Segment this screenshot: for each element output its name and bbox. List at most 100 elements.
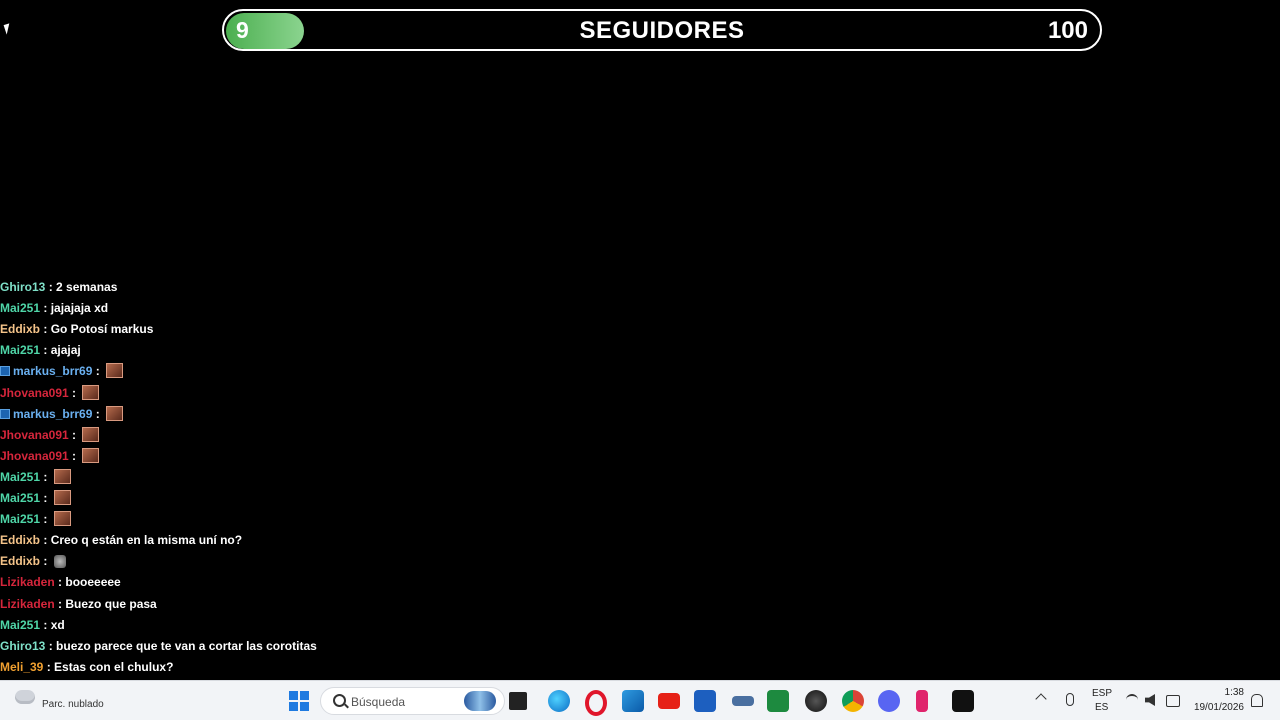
word-icon[interactable] [694, 690, 716, 712]
chat-message: Mai251 : ajajaj [0, 340, 81, 361]
microphone-icon[interactable] [1066, 693, 1074, 706]
chat-message: Eddixb : Creo q están en la misma uní no… [0, 530, 242, 551]
chat-message: Lizikaden : Buezo que pasa [0, 594, 157, 615]
rock-emote-icon [106, 405, 124, 421]
chat-username: Meli_39 [0, 659, 44, 674]
vs-app-icon[interactable] [916, 690, 928, 712]
chat-separator: : [54, 596, 66, 611]
chat-separator: : [68, 448, 80, 463]
chat-username: markus_brr69 [13, 364, 93, 379]
chat-message-text: Go Potosí markus [50, 322, 154, 337]
taskbar-search-box[interactable]: Búsqueda [320, 687, 505, 715]
chat-separator: : [43, 659, 55, 674]
notification-bell-icon[interactable] [1251, 694, 1263, 707]
follower-goal-bar: 9 SEGUIDORES 100 [222, 9, 1102, 51]
rock-emote-icon [53, 468, 71, 484]
chat-separator: : [40, 617, 51, 632]
chat-username: Mai251 [0, 301, 41, 316]
chat-message-text: booeeeee [65, 575, 121, 590]
chat-separator: : [45, 638, 57, 653]
task-view-icon[interactable] [509, 692, 527, 710]
chat-separator: : [40, 512, 51, 527]
language-indicator[interactable]: ESP [1092, 688, 1112, 699]
chat-username: Mai251 [0, 491, 41, 505]
youtube-icon[interactable] [658, 693, 680, 709]
chrome-icon[interactable] [842, 690, 864, 712]
epic-games-icon[interactable] [952, 690, 974, 712]
obs-icon[interactable] [805, 690, 827, 712]
chat-username: Eddixb [0, 322, 41, 337]
rock-emote-icon [53, 490, 71, 505]
mail-icon[interactable] [622, 690, 644, 712]
chat-message: Lizikaden : booeeeee [0, 572, 121, 593]
cloud-icon[interactable] [15, 690, 35, 704]
rock-emote-icon [106, 363, 124, 379]
chat-message-text: Estas con el chulux? [54, 659, 174, 674]
chat-message: markus_brr69 : [0, 404, 124, 425]
chat-message-text: Buezo que pasa [65, 596, 157, 611]
chat-separator: : [40, 301, 51, 316]
chat-message: Meli_39 : Estas con el chulux? [0, 657, 173, 678]
rat-emote-icon [53, 555, 66, 569]
chat-separator: : [45, 280, 57, 294]
search-placeholder: Búsqueda [351, 695, 406, 709]
volume-icon[interactable] [1145, 694, 1155, 706]
mouse-cursor-icon [3, 23, 13, 35]
user-badge-icon [0, 408, 10, 419]
chat-message: Jhovana091 : [0, 383, 100, 404]
chat-username: Jhovana091 [0, 385, 69, 400]
search-icon [333, 694, 346, 707]
chat-username: Ghiro13 [0, 638, 46, 653]
chat-username: Lizikaden [0, 596, 55, 611]
chat-message: Ghiro13 : 2 semanas [0, 278, 117, 298]
edge-icon[interactable] [548, 690, 570, 712]
chat-username: Mai251 [0, 512, 41, 527]
chat-separator: : [40, 491, 51, 505]
chat-separator: : [40, 343, 51, 358]
rock-emote-icon [82, 426, 100, 442]
chat-message-text: ajajaj [50, 343, 81, 358]
user-badge-icon [0, 366, 10, 377]
chat-message: Mai251 : xd [0, 615, 65, 636]
chevron-up-icon[interactable] [1035, 693, 1047, 705]
chat-message: Mai251 : [0, 488, 71, 509]
chat-message-text: Creo q están en la misma uní no? [50, 533, 243, 548]
chat-username: Ghiro13 [0, 280, 46, 294]
chat-message-text: jajajaja xd [50, 301, 109, 316]
asm-icon[interactable] [732, 696, 754, 706]
rock-emote-icon [53, 511, 71, 527]
wifi-icon[interactable] [1126, 694, 1138, 708]
opera-icon[interactable] [585, 690, 607, 716]
rock-emote-icon [82, 447, 100, 463]
chat-separator: : [68, 385, 80, 400]
goal-target-count: 100 [1047, 17, 1088, 44]
excel-icon[interactable] [767, 690, 789, 712]
search-highlight-icon [464, 691, 496, 711]
chat-separator: : [40, 322, 51, 337]
weather-text[interactable]: Parc. nublado [42, 699, 104, 710]
chat-username: Eddixb [0, 554, 41, 569]
chat-separator: : [40, 533, 51, 548]
goal-title: SEGUIDORES [579, 17, 745, 44]
keyboard-layout-indicator[interactable]: ES [1095, 702, 1108, 713]
taskbar: Parc. nublado Búsqueda ESP ES 1:38 19/01… [0, 680, 1280, 720]
chat-message: Jhovana091 : [0, 425, 100, 446]
chat-username: Jhovana091 [0, 427, 69, 442]
chat-username: markus_brr69 [13, 406, 93, 421]
windows-start-icon[interactable] [289, 691, 309, 711]
clock-time[interactable]: 1:38 [1225, 687, 1244, 698]
chat-message: Mai251 : [0, 509, 71, 530]
discord-icon[interactable] [878, 690, 900, 712]
chat-username: Mai251 [0, 617, 41, 632]
chat-username: Lizikaden [0, 575, 55, 590]
chat-message-text: 2 semanas [56, 280, 118, 294]
chat-separator: : [92, 364, 104, 379]
chat-separator: : [68, 427, 80, 442]
rock-emote-icon [82, 384, 100, 400]
chat-username: Eddixb [0, 533, 41, 548]
clock-date[interactable]: 19/01/2026 [1194, 702, 1244, 713]
battery-icon[interactable] [1166, 695, 1180, 707]
chat-message: Eddixb : Go Potosí markus [0, 319, 153, 340]
chat-separator: : [92, 406, 104, 421]
chat-message: Mai251 : jajajaja xd [0, 298, 108, 319]
